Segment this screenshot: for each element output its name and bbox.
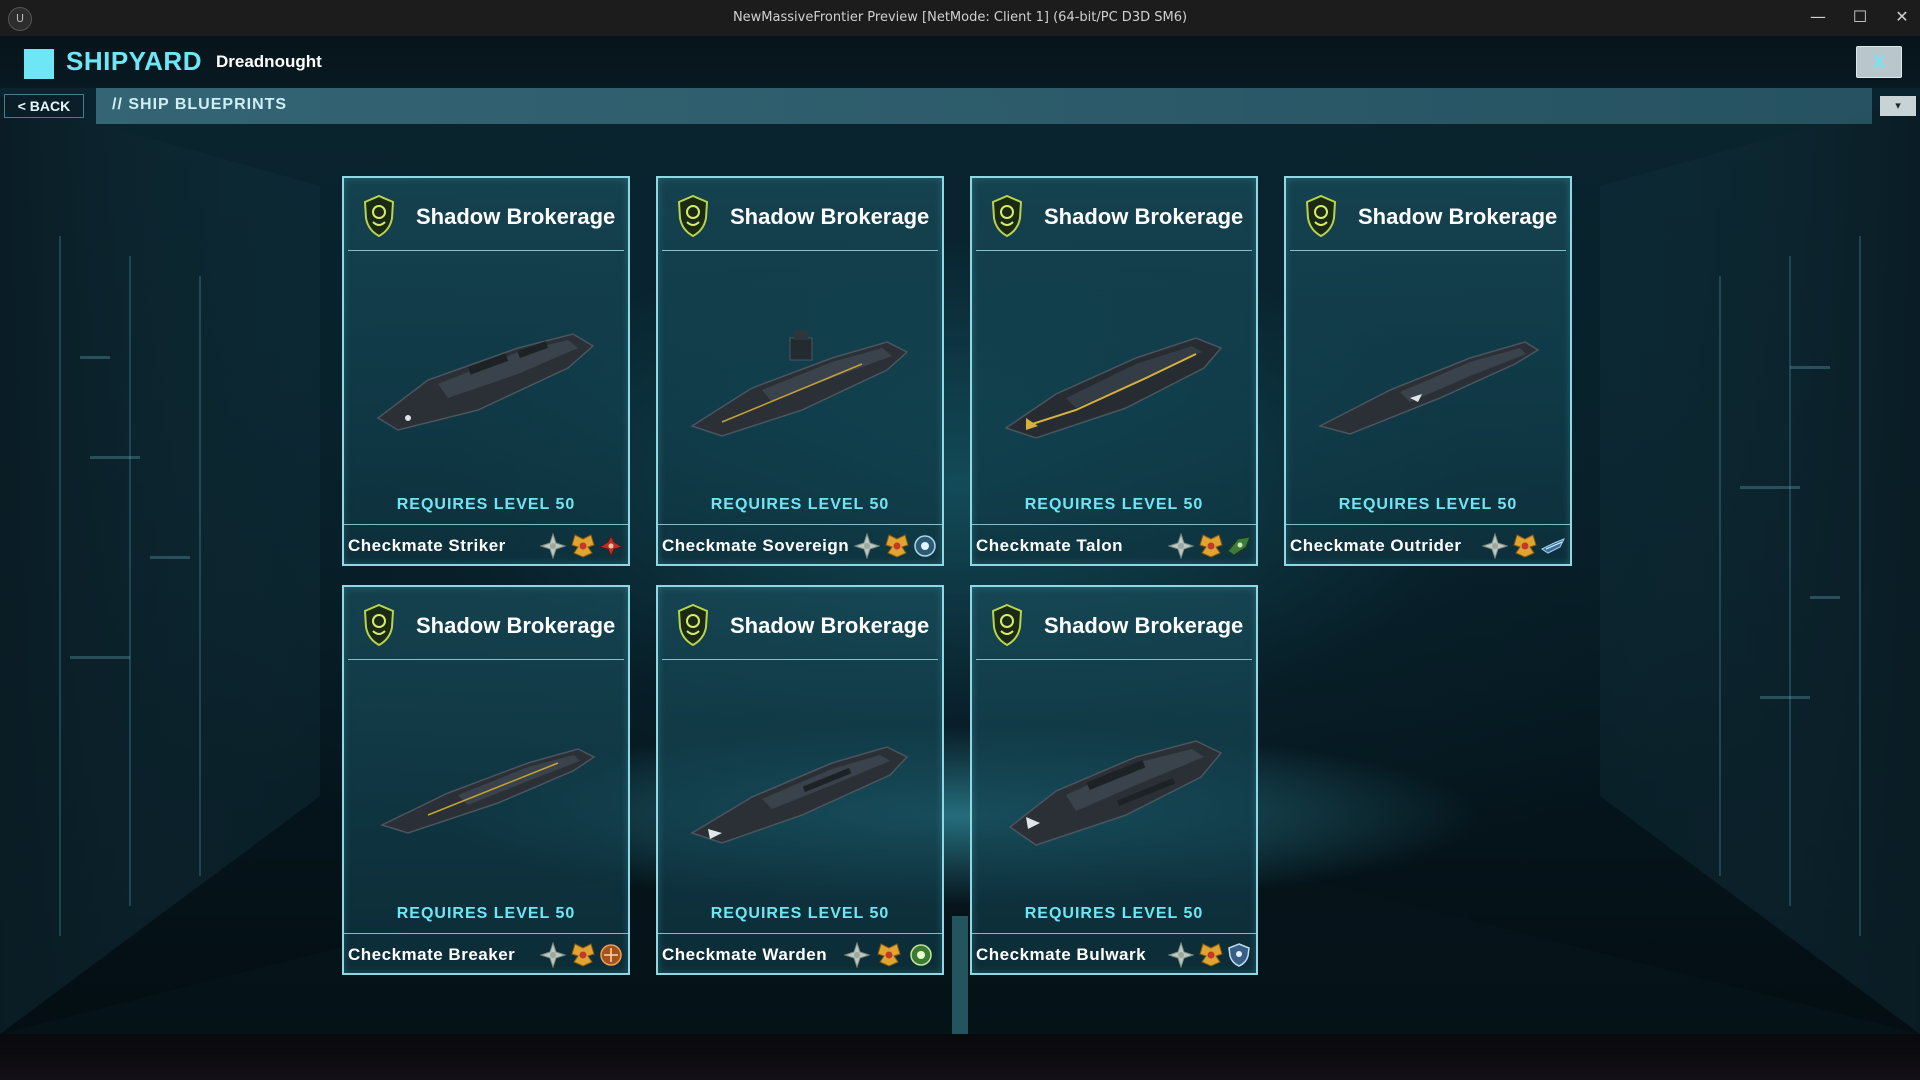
ship-image <box>690 746 909 844</box>
shipyard-icon <box>24 49 54 79</box>
maximize-button[interactable]: ☐ <box>1842 4 1878 30</box>
level-requirement: REQUIRES LEVEL 50 <box>710 496 890 513</box>
blueprint-card[interactable]: Shadow Brokerage REQUIRES LEVEL 50 Check… <box>342 176 630 566</box>
hangar-background <box>0 96 1920 1034</box>
star-rank-icon <box>540 942 566 968</box>
card-header: Shadow Brokerage <box>348 182 624 251</box>
faction-name: Shadow Brokerage <box>1358 204 1558 229</box>
shipyard-header: SHIPYARD Dreadnought X <box>0 36 1920 88</box>
shadow-brokerage-emblem-icon <box>677 194 709 238</box>
card-footer: Checkmate Outrider <box>1286 524 1570 565</box>
card-footer: Checkmate Talon <box>972 524 1256 565</box>
level-requirement: REQUIRES LEVEL 50 <box>1024 496 1204 513</box>
ship-name: Checkmate Talon <box>976 536 1124 555</box>
ship-name: Checkmate Outrider <box>1290 536 1462 555</box>
star-rank-icon <box>854 533 880 559</box>
gold-wings-icon <box>1199 943 1223 967</box>
ship-image <box>690 330 909 437</box>
page-title: SHIPYARD <box>66 46 202 76</box>
orange-crest-icon <box>600 944 622 966</box>
window-titlebar: U NewMassiveFrontier Preview [NetMode: C… <box>0 0 1920 36</box>
ship-image <box>1317 341 1540 435</box>
shadow-brokerage-emblem-icon <box>363 603 395 647</box>
card-header: Shadow Brokerage <box>662 591 938 660</box>
blueprint-card[interactable]: Shadow Brokerage REQUIRES LEVEL 50 Check… <box>970 176 1258 566</box>
game-viewport: SHIPYARD Dreadnought X < BACK // SHIP BL… <box>0 36 1920 1034</box>
faction-name: Shadow Brokerage <box>730 613 930 638</box>
section-title: // SHIP BLUEPRINTS <box>112 96 288 113</box>
star-rank-icon <box>1168 942 1194 968</box>
ship-image <box>1008 740 1223 846</box>
green-crest-icon <box>910 944 932 966</box>
gold-wings-icon <box>885 534 909 558</box>
ship-image <box>376 333 595 431</box>
card-footer: Checkmate Sovereign <box>658 524 942 565</box>
minimize-button[interactable]: — <box>1800 4 1836 30</box>
blueprint-card[interactable]: Shadow Brokerage REQUIRES LEVEL 50 Check… <box>656 585 944 975</box>
card-footer: Checkmate Breaker <box>344 933 628 974</box>
card-footer: Checkmate Warden <box>658 933 942 974</box>
card-header: Shadow Brokerage <box>348 591 624 660</box>
blueprint-card[interactable]: Shadow Brokerage REQUIRES LEVEL 50 Check… <box>342 585 630 975</box>
level-requirement: REQUIRES LEVEL 50 <box>396 496 576 513</box>
star-rank-icon <box>1482 533 1508 559</box>
red-ship-emblem-icon <box>598 534 624 558</box>
ship-name: Checkmate Bulwark <box>976 945 1147 964</box>
gold-wings-icon <box>571 943 595 967</box>
card-footer: Checkmate Striker <box>344 524 628 565</box>
card-header: Shadow Brokerage <box>976 591 1252 660</box>
level-requirement: REQUIRES LEVEL 50 <box>1338 496 1518 513</box>
ship-image <box>1004 337 1223 439</box>
ship-class-label: Dreadnought <box>216 52 322 71</box>
section-header-bar: // SHIP BLUEPRINTS <box>96 88 1872 124</box>
blueprint-card[interactable]: Shadow Brokerage REQUIRES LEVEL 50 Check… <box>656 176 944 566</box>
faction-name: Shadow Brokerage <box>416 613 616 638</box>
gold-wings-icon <box>1199 534 1223 558</box>
back-button[interactable]: < BACK <box>4 94 84 118</box>
faction-name: Shadow Brokerage <box>416 204 616 229</box>
faction-name: Shadow Brokerage <box>1044 613 1244 638</box>
gold-wings-icon <box>571 534 595 558</box>
green-ship-emblem-icon <box>1227 536 1251 556</box>
blue-crest-icon <box>914 535 936 557</box>
bottom-strip <box>0 1034 1920 1080</box>
window-close-button[interactable]: ✕ <box>1884 4 1920 30</box>
shadow-brokerage-emblem-icon <box>363 194 395 238</box>
window-title: NewMassiveFrontier Preview [NetMode: Cli… <box>732 10 1188 25</box>
star-rank-icon <box>844 942 870 968</box>
gold-wings-icon <box>877 943 901 967</box>
shadow-brokerage-emblem-icon <box>991 194 1023 238</box>
blueprint-card[interactable]: Shadow Brokerage REQUIRES LEVEL 50 Check… <box>1284 176 1572 566</box>
ship-name: Checkmate Warden <box>662 945 828 964</box>
dropdown-button[interactable]: ▾ <box>1880 96 1916 116</box>
level-requirement: REQUIRES LEVEL 50 <box>710 905 890 922</box>
card-header: Shadow Brokerage <box>1290 182 1566 251</box>
close-button[interactable]: X <box>1856 46 1902 78</box>
level-requirement: REQUIRES LEVEL 50 <box>396 905 576 922</box>
faction-name: Shadow Brokerage <box>1044 204 1244 229</box>
level-requirement: REQUIRES LEVEL 50 <box>1024 905 1204 922</box>
star-rank-icon <box>1168 533 1194 559</box>
blueprint-card[interactable]: Shadow Brokerage REQUIRES LEVEL 50 Check… <box>970 585 1258 975</box>
shadow-brokerage-emblem-icon <box>991 603 1023 647</box>
ship-name: Checkmate Breaker <box>348 945 516 964</box>
shadow-brokerage-emblem-icon <box>677 603 709 647</box>
card-header: Shadow Brokerage <box>976 182 1252 251</box>
blue-ship-emblem-icon <box>1541 538 1566 554</box>
blue-shield-icon <box>1228 943 1250 967</box>
ship-name: Checkmate Striker <box>348 536 506 555</box>
ship-name: Checkmate Sovereign <box>662 536 850 555</box>
star-rank-icon <box>540 533 566 559</box>
card-header: Shadow Brokerage <box>662 182 938 251</box>
shadow-brokerage-emblem-icon <box>1305 194 1337 238</box>
gold-wings-icon <box>1513 534 1537 558</box>
game-window: U NewMassiveFrontier Preview [NetMode: C… <box>0 0 1920 1080</box>
card-footer: Checkmate Bulwark <box>972 933 1256 974</box>
ship-image <box>379 748 596 834</box>
faction-name: Shadow Brokerage <box>730 204 930 229</box>
